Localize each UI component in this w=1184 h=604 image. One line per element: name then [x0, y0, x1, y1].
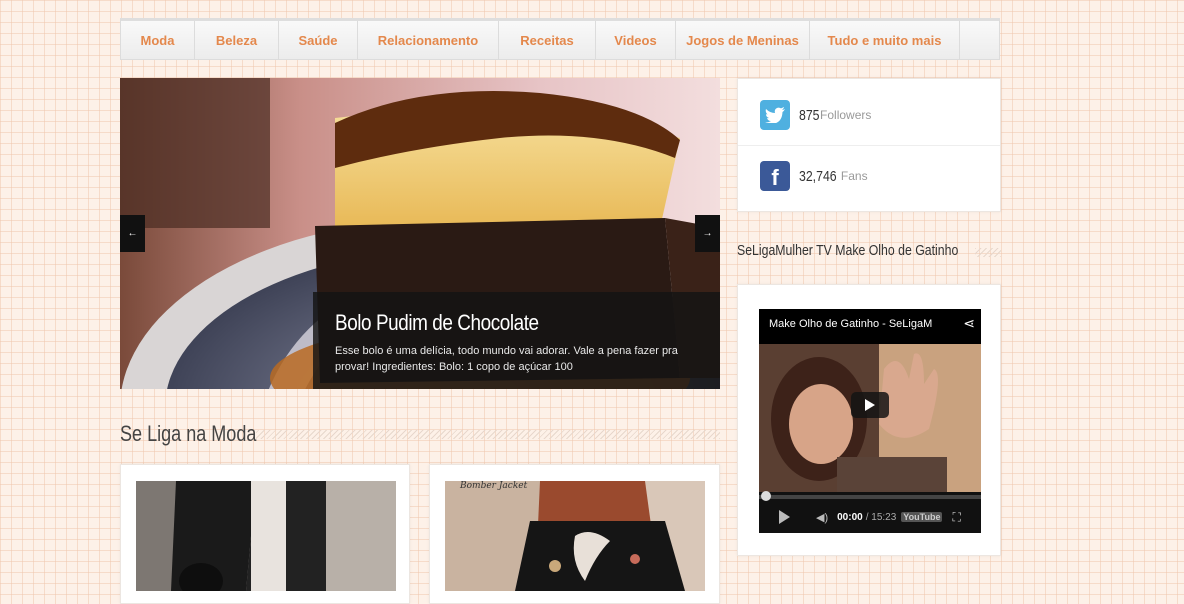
play-button[interactable]	[851, 392, 889, 418]
nav-item-moda[interactable]: Moda	[121, 21, 195, 59]
slide-title[interactable]: Bolo Pudim de Chocolate	[335, 310, 539, 336]
nav-item-jogos-de-meninas[interactable]: Jogos de Meninas	[676, 21, 810, 59]
section-title-moda: Se Liga na Moda	[120, 421, 257, 446]
main-nav: Moda Beleza Saúde Relacionamento Receita…	[120, 18, 1000, 60]
video-widget: Make Olho de Gatinho - SeLigaM ⋖ ◀) 00:0…	[737, 284, 1001, 556]
slide-excerpt: Esse bolo é uma delícia, todo mundo vai …	[335, 345, 678, 373]
volume-icon[interactable]: ◀)	[816, 511, 828, 524]
section-title-tv: SeLigaMulher TV Make Olho de Gatinho	[737, 242, 959, 259]
play-control-icon[interactable]	[779, 510, 790, 524]
nav-item-beleza[interactable]: Beleza	[195, 21, 279, 59]
facebook-icon[interactable]: f	[760, 161, 790, 191]
youtube-logo[interactable]: YouTube	[901, 512, 943, 522]
featured-slider[interactable]: ← → Bolo Pudim de Chocolate Esse bolo é …	[120, 78, 720, 389]
slider-prev-button[interactable]: ←	[120, 215, 145, 252]
video-frame[interactable]	[759, 309, 981, 533]
post-card[interactable]	[120, 464, 410, 604]
twitter-followers-count: 875	[799, 106, 820, 124]
post-card[interactable]: Bomber Jacket	[429, 464, 720, 604]
post-image-caption: Bomber Jacket	[460, 481, 528, 491]
video-player[interactable]: Make Olho de Gatinho - SeLigaM ⋖ ◀) 00:0…	[759, 309, 981, 533]
nav-item-relacionamento[interactable]: Relacionamento	[358, 21, 499, 59]
social-counter: 875 Followers f 32,746 Fans	[737, 78, 1001, 212]
facebook-row[interactable]: f 32,746 Fans	[738, 146, 1000, 206]
twitter-icon[interactable]	[760, 100, 790, 130]
nav-item-videos[interactable]: Videos	[596, 21, 676, 59]
video-progress-bar[interactable]	[759, 491, 981, 501]
video-current-time: 00:00	[837, 511, 863, 523]
nav-item-saude[interactable]: Saúde	[279, 21, 358, 59]
video-scrubber[interactable]	[761, 491, 771, 501]
twitter-followers-label: Followers	[820, 108, 872, 122]
video-controls: ◀) 00:00 / 15:23 YouTube ⛶	[759, 504, 981, 530]
section-divider	[256, 430, 720, 439]
video-title[interactable]: Make Olho de Gatinho - SeLigaM	[769, 318, 932, 330]
slide-caption: Bolo Pudim de Chocolate Esse bolo é uma …	[313, 292, 720, 389]
facebook-fans-count: 32,746	[799, 167, 837, 185]
post-thumbnail[interactable]	[136, 481, 396, 591]
fullscreen-icon[interactable]: ⛶	[952, 510, 960, 525]
twitter-row[interactable]: 875 Followers	[738, 85, 1000, 146]
nav-item-receitas[interactable]: Receitas	[499, 21, 596, 59]
play-icon	[865, 399, 875, 411]
post-thumbnail[interactable]	[445, 481, 705, 591]
facebook-fans-label: Fans	[840, 169, 868, 183]
share-icon[interactable]: ⋖	[963, 315, 975, 332]
nav-item-tudo-e-muito-mais[interactable]: Tudo e muito mais	[810, 21, 960, 59]
video-title-bar: Make Olho de Gatinho - SeLigaM ⋖	[759, 309, 981, 341]
slider-next-button[interactable]: →	[695, 215, 720, 252]
video-total-time: / 15:23	[865, 511, 897, 523]
section-divider	[975, 248, 1001, 257]
